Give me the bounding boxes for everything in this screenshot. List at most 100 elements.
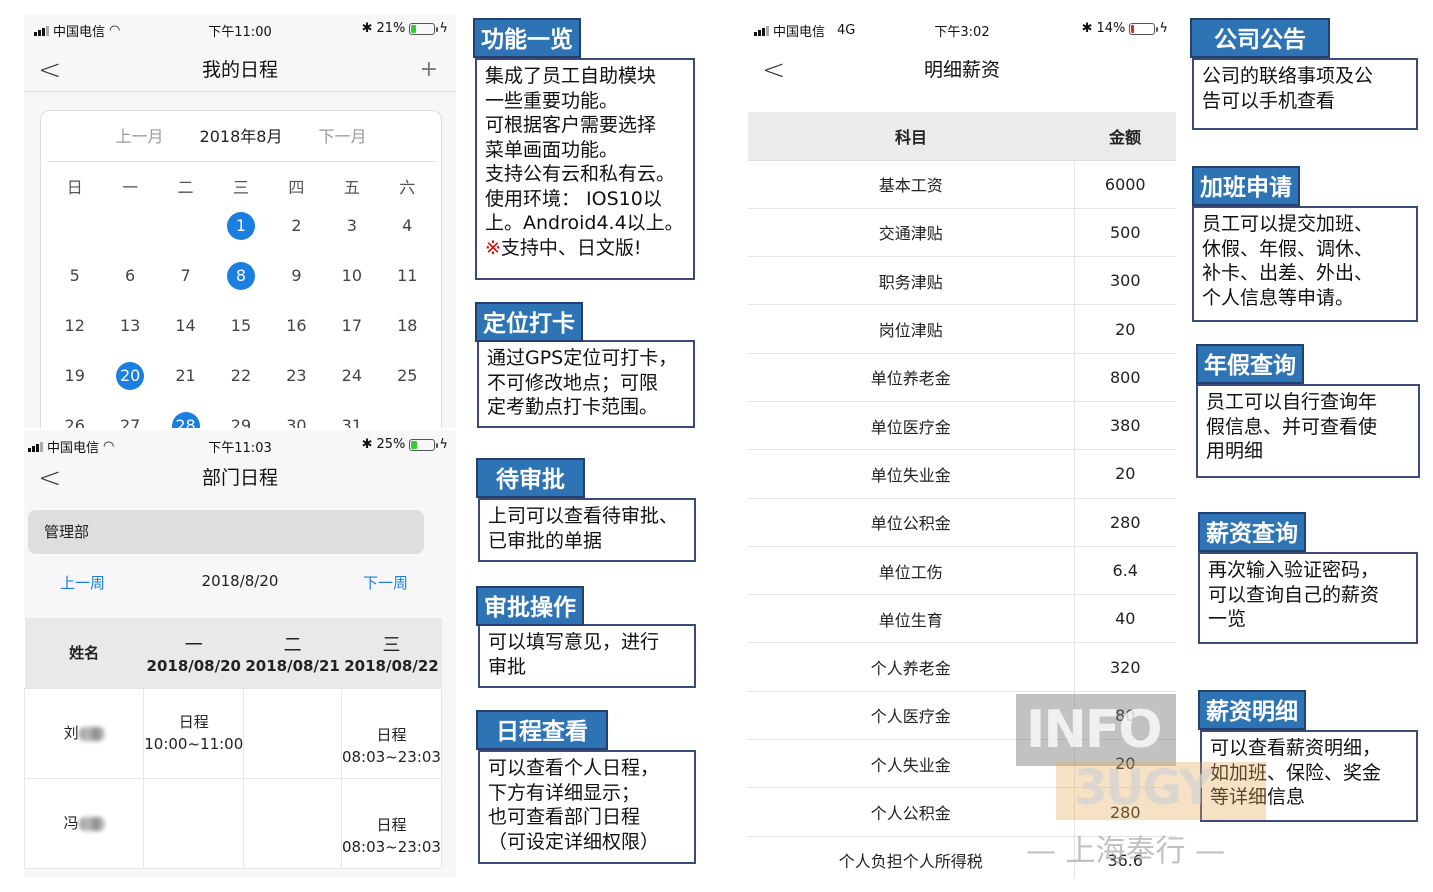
salary-amount: 280 xyxy=(1073,787,1176,837)
next-week-button[interactable]: 下一周 xyxy=(363,572,408,593)
calendar-day[interactable]: 21 xyxy=(158,351,213,401)
calendar-day[interactable]: 15 xyxy=(213,301,268,351)
calendar-day[interactable]: 13 xyxy=(102,301,157,351)
calendar-day[interactable]: 20 xyxy=(102,351,157,401)
add-button[interactable]: + xyxy=(420,48,438,92)
salary-amount: 20 xyxy=(1073,449,1176,499)
calendar-day[interactable]: 1 xyxy=(213,201,268,251)
schedule-cell[interactable]: 日程 10:00~11:00 xyxy=(143,687,245,779)
back-button[interactable]: < xyxy=(38,456,61,500)
calendar-day[interactable]: 12 xyxy=(47,301,102,351)
status-bar: 中国电信 ◠ 下午11:00 ✱ 21% ϟ xyxy=(24,14,456,44)
calendar-day[interactable]: 18 xyxy=(380,301,435,351)
calendar-day[interactable]: 23 xyxy=(269,351,324,401)
next-month-button[interactable]: 下一月 xyxy=(318,123,366,149)
item-header: 科目 xyxy=(748,112,1074,161)
table-row: 个人公积金 280 xyxy=(748,787,1176,837)
salary-query-title: 薪资查询 xyxy=(1198,512,1306,552)
calendar-day[interactable]: 16 xyxy=(269,301,324,351)
page-title: 部门日程 xyxy=(201,467,278,489)
calendar-grid: 日一二三四五六 1 2 3 4 5 6 7 8 9 10 11 12 13 14 15 16 17 18 19 20 21… xyxy=(47,171,435,451)
schedule-cell[interactable] xyxy=(243,687,342,779)
prev-month-button[interactable]: 上一月 xyxy=(116,123,164,149)
pending-approval-title: 待审批 xyxy=(476,458,585,498)
employee-name: 冯 xyxy=(24,777,145,869)
reference-mark: ※ xyxy=(485,236,501,259)
salary-amount: 36.6 xyxy=(1073,836,1176,878)
salary-amount: 20 xyxy=(1073,739,1176,789)
day-header: 一 2018/08/20 xyxy=(143,618,244,688)
redacted-name xyxy=(78,816,105,831)
department-selector[interactable]: 管理部 xyxy=(28,510,424,554)
feature-overview-title: 功能一览 xyxy=(473,18,581,58)
feature-overview-box: 集成了员工自助模块 一些重要功能。 可根据客户需要选择 菜单画面功能。 支持公有云和私有… xyxy=(475,58,695,280)
redacted-name xyxy=(78,726,105,741)
table-row: 个人养老金 320 xyxy=(748,642,1176,692)
nav-bar: < 明细薪资 xyxy=(748,48,1176,92)
calendar-day[interactable]: 24 xyxy=(324,351,379,401)
salary-item: 单位工伤 xyxy=(748,546,1074,596)
schedule-cell[interactable] xyxy=(243,777,342,869)
day-header: 二 2018/08/21 xyxy=(243,618,342,688)
calendar-day[interactable]: 14 xyxy=(158,301,213,351)
table-row: 基本工资 6000 xyxy=(748,160,1176,209)
salary-detail-screen: 中国电信 4G 下午3:02 ✱ 14% ϟ < 明细薪资 科目 金额 基本工资 600… xyxy=(748,14,1176,878)
annual-leave-title: 年假查询 xyxy=(1196,344,1304,384)
overtime-request-title: 加班申请 xyxy=(1192,166,1300,206)
calendar-day[interactable]: 3 xyxy=(324,201,379,251)
salary-amount: 800 xyxy=(1073,353,1176,402)
table-row: 岗位津贴 20 xyxy=(748,304,1176,354)
calendar-day[interactable]: 5 xyxy=(47,251,102,301)
schedule-view-title: 日程查看 xyxy=(476,710,608,750)
table-row: 单位生育 40 xyxy=(748,594,1176,644)
table-row: 个人失业金 20 xyxy=(748,739,1176,789)
schedule-cell[interactable] xyxy=(143,777,245,869)
calendar-day xyxy=(102,201,157,251)
calendar: 上一月 2018年8月 下一月 日一二三四五六 1 2 3 4 5 6 7 8 9 10 11 12 13… xyxy=(40,110,442,470)
table-row: 单位养老金 800 xyxy=(748,353,1176,402)
calendar-day[interactable]: 6 xyxy=(102,251,157,301)
back-button[interactable]: < xyxy=(38,48,61,92)
schedule-cell[interactable]: 日程 08:03~23:03 xyxy=(340,777,443,869)
weekday-label: 日 xyxy=(66,178,83,197)
battery-icon xyxy=(1129,22,1159,35)
amount-header: 金额 xyxy=(1074,112,1176,161)
table-row: 单位工伤 6.4 xyxy=(748,546,1176,596)
salary-query-box: 再次输入验证密码， 可以查询自己的薪资 一览 xyxy=(1198,552,1418,644)
calendar-day[interactable]: 9 xyxy=(269,251,324,301)
calendar-day xyxy=(47,201,102,251)
calendar-day[interactable]: 8 xyxy=(213,251,268,301)
salary-item: 个人失业金 xyxy=(748,739,1074,789)
salary-item: 个人负担个人所得税 xyxy=(748,836,1074,878)
salary-amount: 40 xyxy=(1073,594,1176,644)
battery-icon xyxy=(409,22,439,35)
table-row: 单位公积金 280 xyxy=(748,498,1176,547)
overtime-request-box: 员工可以提交加班、 休假、年假、调休、 补卡、出差、外出、 个人信息等申请。 xyxy=(1192,206,1418,322)
battery-percent: 21% xyxy=(376,21,406,36)
day-header: 三 2018/08/22 xyxy=(341,618,442,688)
calendar-day[interactable]: 11 xyxy=(380,251,435,301)
back-button[interactable]: < xyxy=(762,48,785,92)
gps-clock-in-box: 通过GPS定位可打卡， 不可修改地点；可限 定考勤点打卡范围。 xyxy=(477,340,695,428)
calendar-day[interactable]: 4 xyxy=(380,201,435,251)
divider xyxy=(47,161,435,162)
calendar-day[interactable]: 17 xyxy=(324,301,379,351)
salary-amount: 6000 xyxy=(1073,160,1176,209)
calendar-day[interactable]: 22 xyxy=(213,351,268,401)
calendar-day[interactable]: 10 xyxy=(324,251,379,301)
nav-bar: < 我的日程 + xyxy=(24,48,456,92)
salary-table: 科目 金额 基本工资 6000 交通津贴 500 职务津贴 300 岗位津贴 20 单位养老金 8… xyxy=(748,112,1176,878)
calendar-day xyxy=(158,201,213,251)
week-switcher: 上一周 2018/8/20 下一周 xyxy=(24,572,456,596)
employee-name: 刘 xyxy=(24,687,145,779)
schedule-cell[interactable]: 日程 08:03~23:03 xyxy=(340,687,443,779)
calendar-day[interactable]: 2 xyxy=(269,201,324,251)
table-row[interactable]: 刘 日程 10:00~11:00 日程 08:03~23:03 xyxy=(24,687,443,779)
page-title: 明细薪资 xyxy=(923,59,1000,81)
table-row[interactable]: 冯 日程 08:03~23:03 xyxy=(24,777,443,869)
calendar-day[interactable]: 19 xyxy=(47,351,102,401)
table-row: 单位失业金 20 xyxy=(748,449,1176,499)
salary-item: 岗位津贴 xyxy=(748,304,1074,354)
calendar-day[interactable]: 7 xyxy=(158,251,213,301)
calendar-day[interactable]: 25 xyxy=(380,351,435,401)
